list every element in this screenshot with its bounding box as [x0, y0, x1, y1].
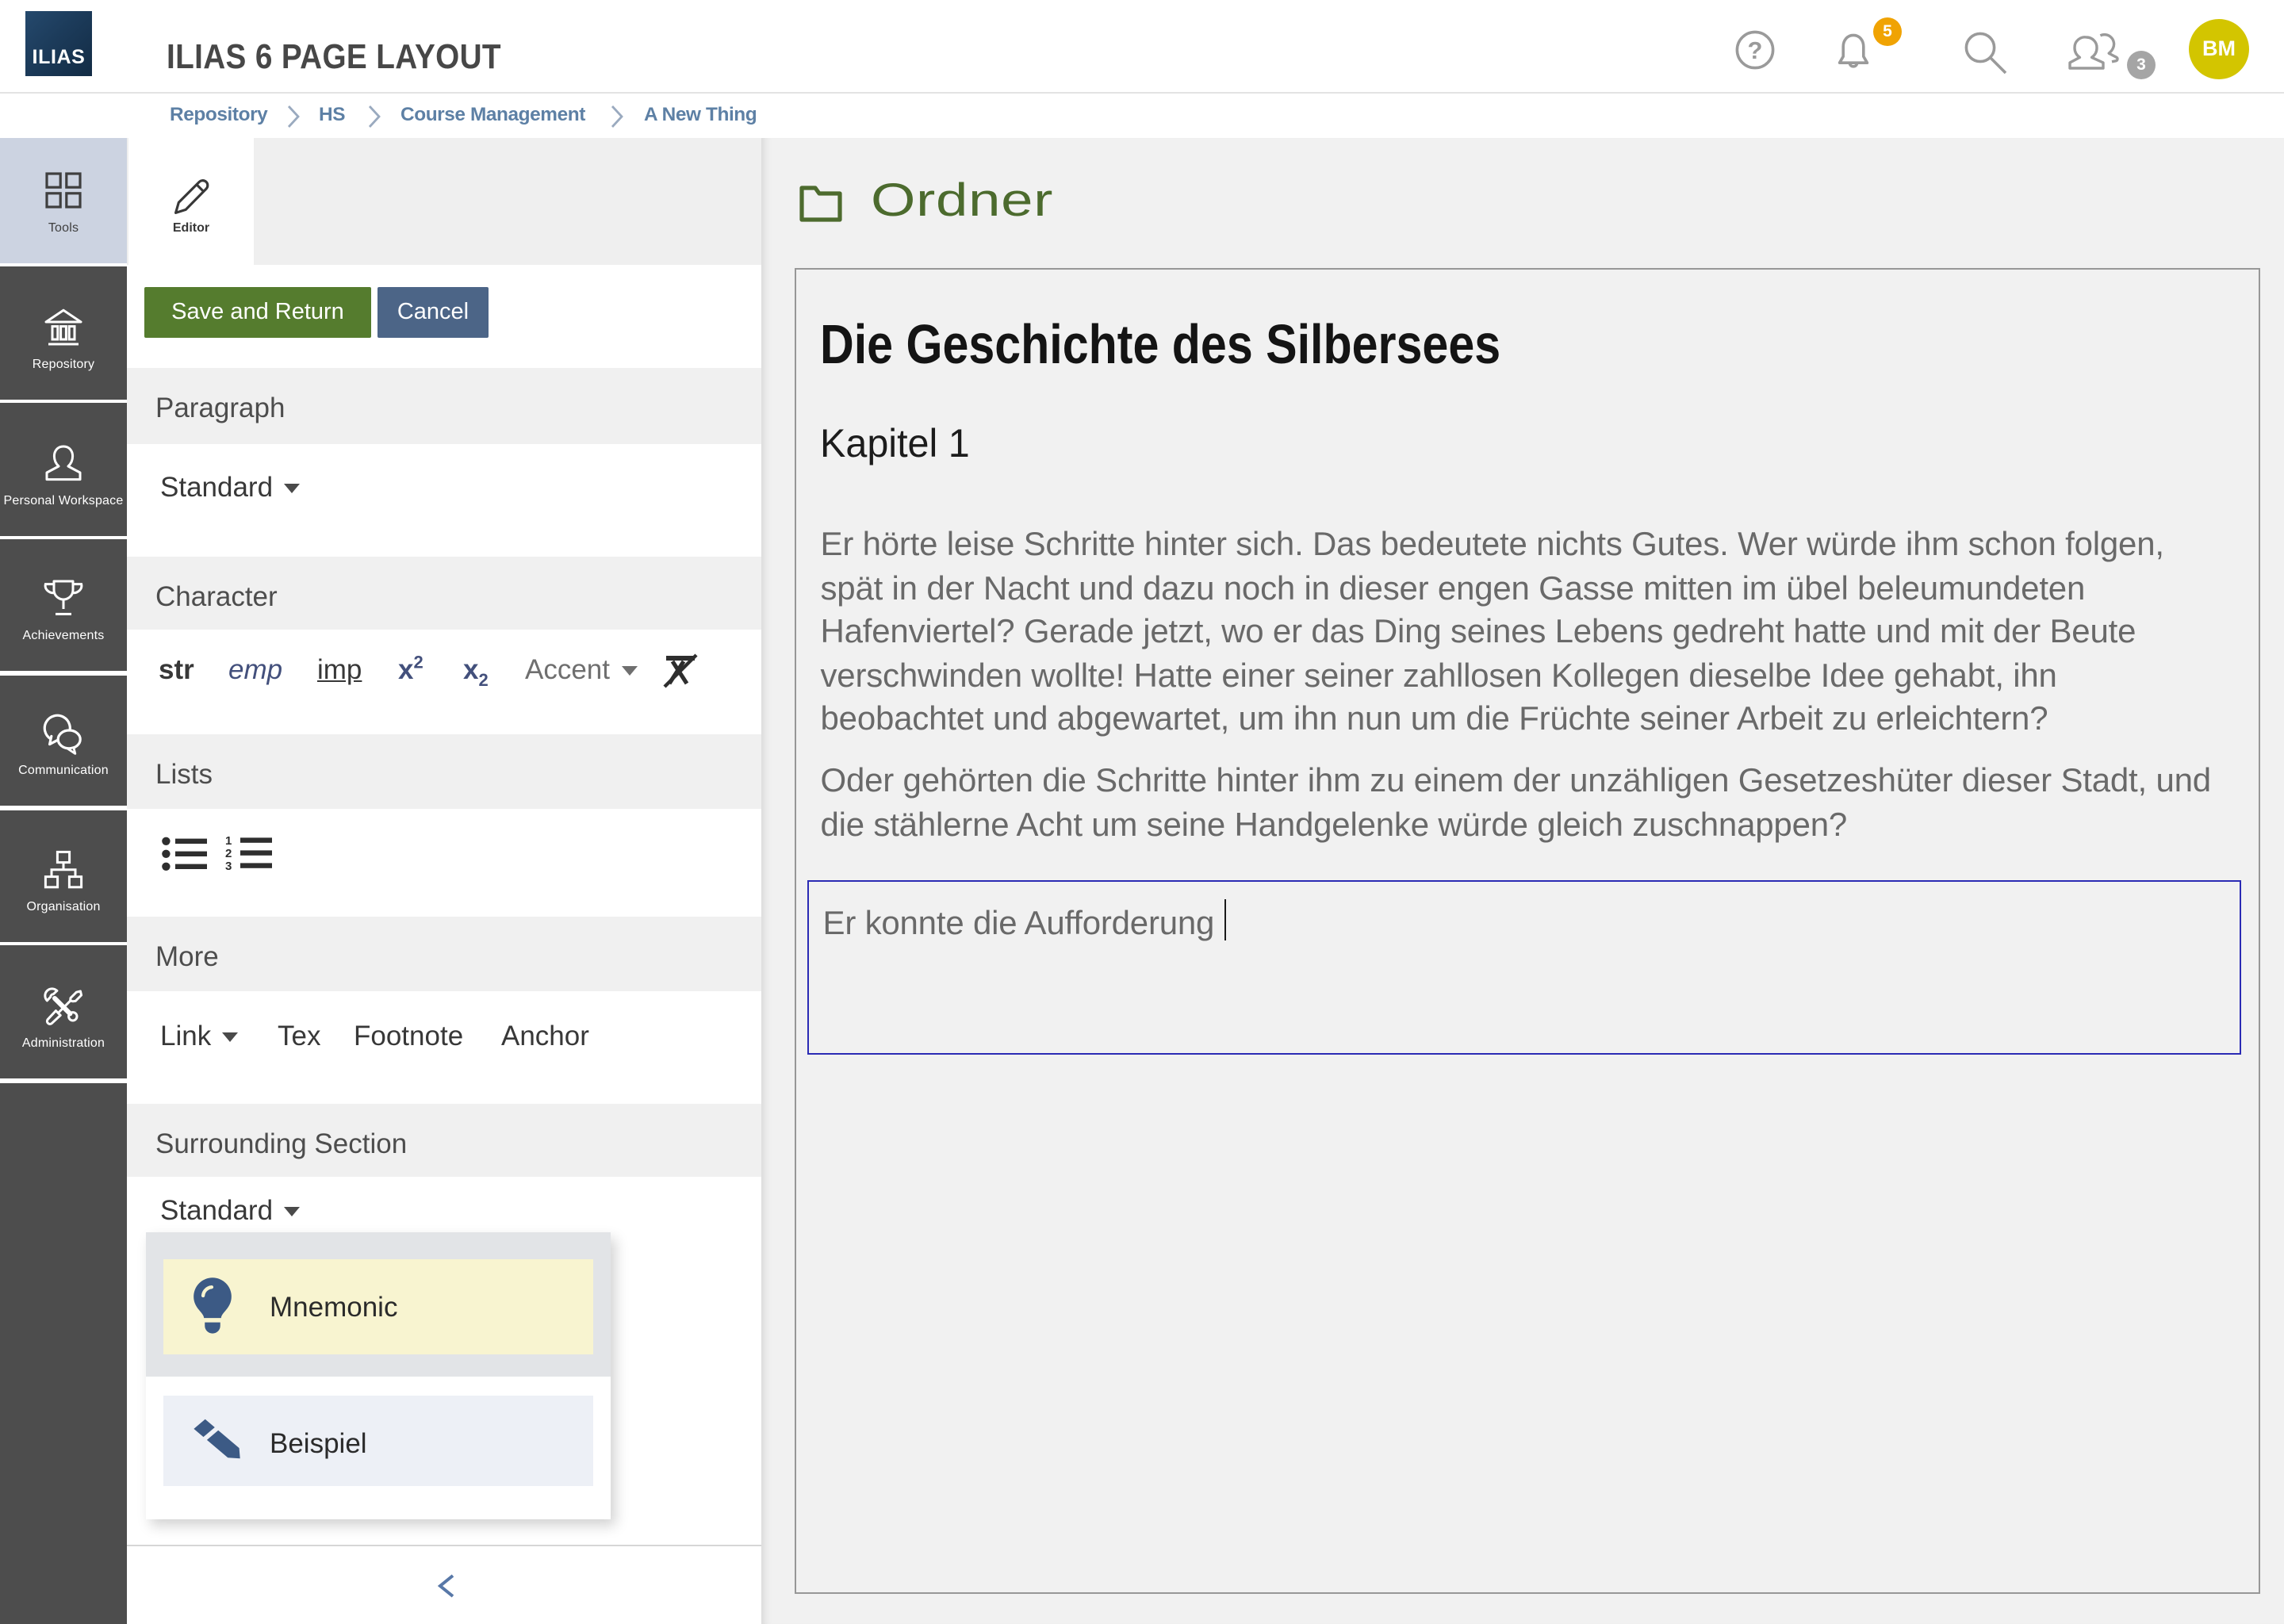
- svg-text:1: 1: [225, 834, 232, 848]
- svg-text:?: ?: [1748, 36, 1763, 64]
- svg-text:2: 2: [225, 847, 232, 860]
- svg-text:3: 3: [225, 860, 232, 872]
